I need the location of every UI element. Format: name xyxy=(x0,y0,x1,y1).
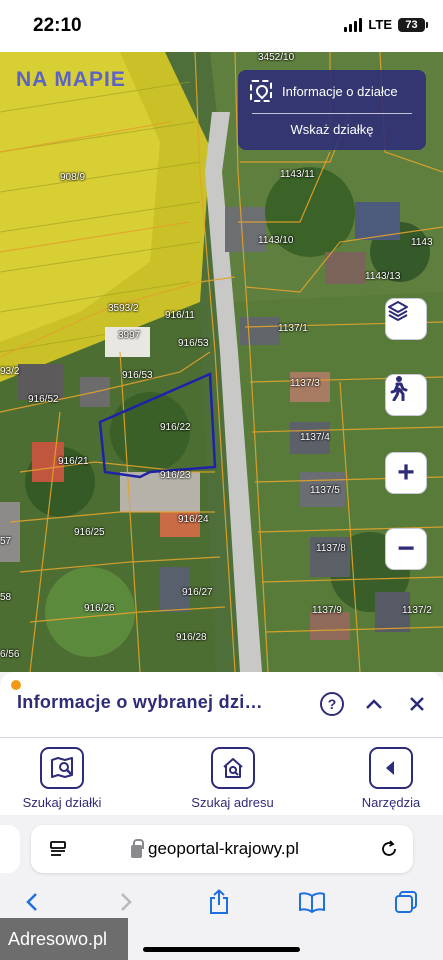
map-view[interactable]: 3452/10 908/9 1143/11 1143/10 1143/13 11… xyxy=(0,52,443,672)
parcel-label: 916/21 xyxy=(58,456,89,467)
status-time: 22:10 xyxy=(33,15,82,36)
parcel-label: 916/24 xyxy=(178,514,209,525)
parcel-label: 916/52 xyxy=(28,394,59,405)
parcel-label: 3452/10 xyxy=(258,52,295,63)
help-button[interactable]: ? xyxy=(320,692,344,716)
search-parcel-label: Szukaj działki xyxy=(22,795,102,810)
home-indicator[interactable] xyxy=(143,947,300,952)
signal-icon xyxy=(344,17,363,32)
street-view-button[interactable] xyxy=(385,374,427,416)
search-address-tool[interactable]: Szukaj adresu xyxy=(180,747,285,810)
address-bar[interactable]: geoportal-krajowy.pl xyxy=(31,825,413,873)
tools-arrow-icon xyxy=(369,747,413,789)
parcel-label: 6/56 xyxy=(0,649,20,660)
info-sheet: Informacje o wybranej dzi… ? Szukaj dzia… xyxy=(0,672,443,815)
network-type: LTE xyxy=(368,17,392,32)
map-search-icon xyxy=(40,747,84,789)
parcel-label: 916/26 xyxy=(84,603,115,614)
parcel-label: 58 xyxy=(0,592,12,603)
parcel-label: 1137/2 xyxy=(402,605,432,616)
panel-divider xyxy=(252,113,412,114)
parcel-label: 916/53 xyxy=(122,370,153,381)
zoom-in-button[interactable]: + xyxy=(385,452,427,494)
parcel-label: 916/27 xyxy=(182,587,213,598)
parcel-label: 1137/9 xyxy=(312,605,342,616)
parcel-label: 1137/1 xyxy=(278,323,308,334)
address-bar-area: geoportal-krajowy.pl xyxy=(0,815,443,887)
parcel-label: 93/2 xyxy=(0,366,20,377)
reload-icon[interactable] xyxy=(379,839,399,859)
close-icon xyxy=(410,697,424,711)
tools-label: Narzędzia xyxy=(361,795,421,810)
parcel-label: 908/9 xyxy=(60,172,86,183)
lock-icon xyxy=(131,838,144,858)
screen: 22:10 LTE 73 3452/10 908/9 1143/11 1143/… xyxy=(0,0,443,960)
parcel-label: 57 xyxy=(0,536,12,547)
parcel-pin-icon xyxy=(250,80,272,102)
zoom-out-button[interactable]: − xyxy=(385,528,427,570)
parcel-label: 1137/8 xyxy=(316,543,346,554)
parcel-label: 1137/5 xyxy=(310,485,340,496)
sheet-title: Informacje o wybranej dzi… xyxy=(17,692,263,712)
tools-tool[interactable]: Narzędzia xyxy=(350,747,432,810)
home-search-icon xyxy=(210,747,255,789)
parcel-label: 916/23 xyxy=(160,470,191,481)
parcel-label: 3997 xyxy=(118,330,141,341)
chevron-up-icon xyxy=(366,699,382,709)
share-button[interactable] xyxy=(199,887,239,917)
battery-icon: 73 xyxy=(398,17,428,32)
chevron-right-icon xyxy=(121,893,132,911)
url-field[interactable]: geoportal-krajowy.pl xyxy=(131,838,299,859)
chevron-left-icon xyxy=(26,893,37,911)
parcel-label: 1143/11 xyxy=(280,169,315,180)
bookmarks-button[interactable] xyxy=(292,887,332,917)
status-bar: 22:10 LTE 73 xyxy=(0,0,443,52)
page-menu-icon[interactable] xyxy=(49,839,69,859)
status-dot xyxy=(11,680,21,690)
watermark: Adresowo.pl xyxy=(0,918,128,960)
tabs-button[interactable] xyxy=(386,887,426,917)
parcel-label: 916/11 xyxy=(165,310,195,321)
parcel-label: 916/25 xyxy=(74,527,105,538)
status-indicators: LTE 73 xyxy=(344,17,428,32)
share-icon xyxy=(210,889,228,914)
layers-icon xyxy=(388,301,408,321)
help-icon: ? xyxy=(327,696,337,712)
parcel-label-selected: 916/22 xyxy=(160,422,191,433)
parcel-label: 1143 xyxy=(411,237,433,248)
previous-tab-preview[interactable] xyxy=(0,825,20,873)
parcel-label: 1137/3 xyxy=(290,378,320,389)
parcel-info-title: Informacje o działce xyxy=(282,83,398,99)
layers-button[interactable] xyxy=(385,298,427,340)
app-logo: NA MAPIE xyxy=(16,68,126,91)
parcel-label: 916/53 xyxy=(178,338,209,349)
search-address-label: Szukaj adresu xyxy=(191,795,274,810)
url-text: geoportal-krajowy.pl xyxy=(148,839,299,858)
back-button[interactable] xyxy=(12,887,52,917)
parcel-info-row[interactable]: Informacje o działce xyxy=(250,80,398,102)
tabs-icon xyxy=(395,891,417,913)
parcel-label: 916/28 xyxy=(176,632,207,643)
parcel-label: 1143/13 xyxy=(365,271,401,282)
parcel-label: 1137/4 xyxy=(300,432,330,443)
book-icon xyxy=(299,892,325,913)
parcel-info-panel: Informacje o działce Wskaż działkę xyxy=(238,70,426,150)
parcel-label: 3593/2 xyxy=(108,303,139,314)
forward-button[interactable] xyxy=(106,887,146,917)
close-button[interactable] xyxy=(405,692,429,716)
collapse-button[interactable] xyxy=(362,692,386,716)
parcel-label: 1143/10 xyxy=(258,235,294,246)
sheet-divider xyxy=(0,737,443,738)
street-view-icon xyxy=(390,376,408,401)
point-parcel-button[interactable]: Wskaż działkę xyxy=(238,122,426,137)
search-parcel-tool[interactable]: Szukaj działki xyxy=(12,747,112,810)
